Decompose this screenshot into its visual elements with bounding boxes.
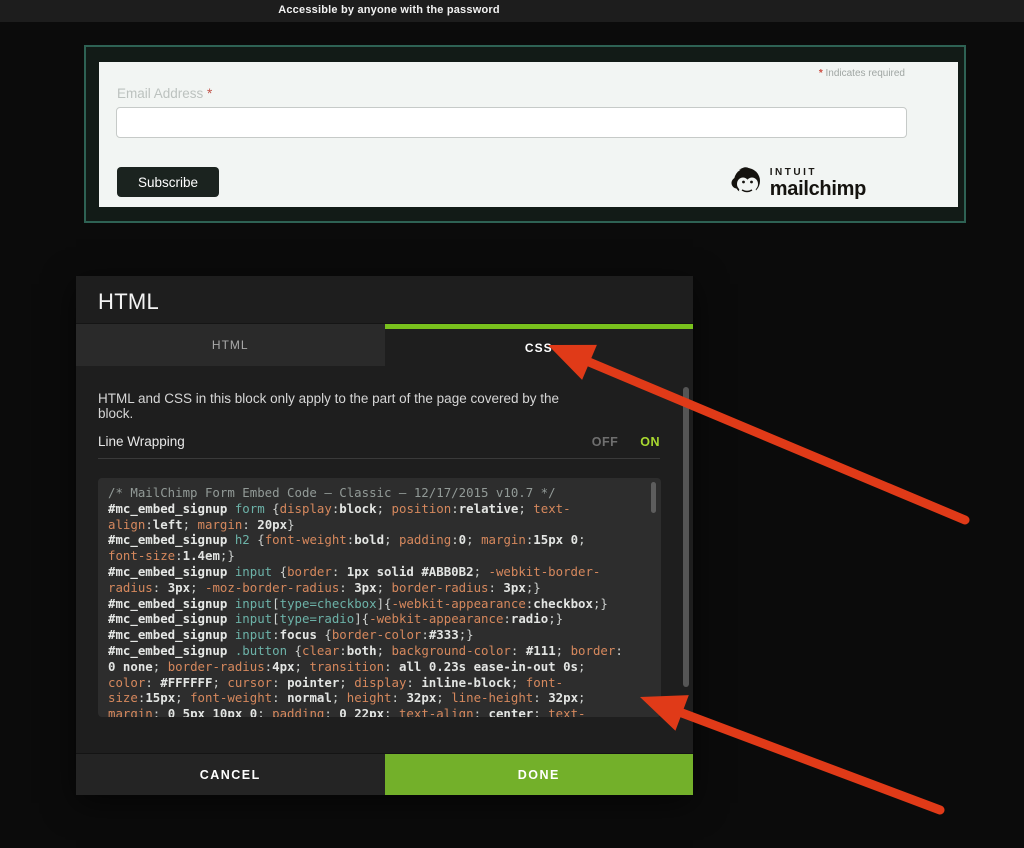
signup-form-block[interactable]: * Indicates required Email Address * Sub… xyxy=(84,45,966,223)
email-address-input[interactable] xyxy=(116,107,907,138)
required-asterisk: * xyxy=(207,86,212,101)
line-wrapping-toggle: OFF ON xyxy=(592,435,660,449)
email-address-label: Email Address * xyxy=(117,86,212,101)
modal-footer: CANCEL DONE xyxy=(76,753,693,795)
done-button[interactable]: DONE xyxy=(385,754,694,795)
editor-description: HTML and CSS in this block only apply to… xyxy=(98,391,598,421)
brand-mailchimp-text: mailchimp xyxy=(770,179,866,199)
intuit-mailchimp-logo: INTUIT mailchimp xyxy=(727,163,866,204)
divider xyxy=(98,458,660,459)
brand-intuit-text: INTUIT xyxy=(770,168,866,178)
password-access-banner: Accessible by anyone with the password xyxy=(0,0,1024,22)
editor-tabs: HTML CSS xyxy=(76,323,693,366)
line-wrapping-on-option[interactable]: ON xyxy=(640,435,660,449)
cancel-button[interactable]: CANCEL xyxy=(76,754,385,795)
tab-css[interactable]: CSS xyxy=(385,324,694,366)
mailchimp-freddie-icon xyxy=(727,163,763,204)
indicates-required-note: * Indicates required xyxy=(819,68,905,79)
line-wrapping-off-option[interactable]: OFF xyxy=(592,435,619,449)
password-access-text: Accessible by anyone with the password xyxy=(0,4,778,16)
modal-title: HTML xyxy=(98,289,159,315)
signup-form-card: * Indicates required Email Address * Sub… xyxy=(99,62,958,207)
modal-scrollbar-thumb[interactable] xyxy=(683,387,689,687)
code-scrollbar-thumb[interactable] xyxy=(651,482,656,513)
css-code-editor[interactable]: /* MailChimp Form Embed Code — Classic —… xyxy=(98,478,661,717)
subscribe-button[interactable]: Subscribe xyxy=(117,167,219,197)
html-css-editor-modal: HTML HTML CSS HTML and CSS in this block… xyxy=(76,276,693,795)
line-wrapping-row: Line Wrapping OFF ON xyxy=(98,434,660,449)
line-wrapping-label: Line Wrapping xyxy=(98,434,185,449)
tab-html[interactable]: HTML xyxy=(76,324,385,366)
code-lines: /* MailChimp Form Embed Code — Classic —… xyxy=(108,485,651,717)
